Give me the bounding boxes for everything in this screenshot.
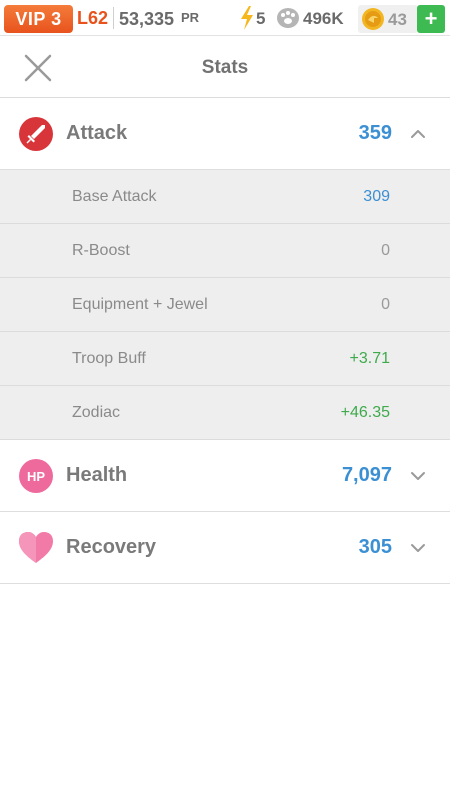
chevron-down-icon[interactable] xyxy=(410,540,426,556)
stat-label: Recovery xyxy=(66,536,157,558)
stat-value: 359 xyxy=(358,122,392,144)
list-item: Zodiac +46.35 xyxy=(0,386,450,440)
detail-value: +3.71 xyxy=(349,350,390,367)
stat-label: Attack xyxy=(66,122,128,144)
list-item: Base Attack 309 xyxy=(0,170,450,224)
player-level: L62 xyxy=(77,8,109,28)
vip-badge[interactable]: VIP 3 xyxy=(4,5,73,33)
list-item: Equipment + Jewel 0 xyxy=(0,278,450,332)
paw-icon xyxy=(277,8,299,28)
stat-label: Health xyxy=(66,464,128,486)
resource-bar: VIP 3 L62 53,335 PR 5 496K 43 + xyxy=(0,0,450,36)
title-bar: Stats xyxy=(0,36,450,98)
divider xyxy=(113,7,114,29)
gem-coin-icon xyxy=(362,8,384,30)
detail-label: Troop Buff xyxy=(72,350,146,367)
page-title: Stats xyxy=(201,57,249,78)
add-gems-button[interactable]: + xyxy=(417,5,445,33)
stat-row-attack[interactable]: Attack 359 xyxy=(0,98,450,170)
detail-label: Base Attack xyxy=(72,188,157,205)
detail-label: Zodiac xyxy=(72,404,121,421)
detail-label: R-Boost xyxy=(72,242,130,259)
power-value: 53,335 xyxy=(119,9,175,29)
detail-value: 0 xyxy=(381,296,390,313)
sword-icon xyxy=(19,117,53,151)
gems-value: 43 xyxy=(388,10,407,29)
svg-text:HP: HP xyxy=(27,469,45,484)
lightning-icon xyxy=(241,6,253,30)
chevron-down-icon[interactable] xyxy=(410,468,426,484)
food-value: 496K xyxy=(303,9,344,28)
detail-value: 0 xyxy=(381,242,390,259)
detail-value: +46.35 xyxy=(340,404,390,421)
heart-icon xyxy=(19,532,53,563)
power-unit: PR xyxy=(181,10,200,25)
detail-value: 309 xyxy=(363,188,390,205)
list-item: R-Boost 0 xyxy=(0,224,450,278)
energy-value: 5 xyxy=(256,9,266,28)
stat-value: 7,097 xyxy=(341,464,392,486)
detail-label: Equipment + Jewel xyxy=(72,296,208,313)
chevron-up-icon[interactable] xyxy=(410,126,426,142)
stat-value: 305 xyxy=(358,536,392,558)
stat-row-recovery[interactable]: Recovery 305 xyxy=(0,512,450,584)
stat-row-health[interactable]: HP Health 7,097 xyxy=(0,440,450,512)
hp-icon: HP xyxy=(19,459,53,493)
attack-breakdown-list: Base Attack 309 R-Boost 0 Equipment + Je… xyxy=(0,170,450,440)
list-item: Troop Buff +3.71 xyxy=(0,332,450,386)
